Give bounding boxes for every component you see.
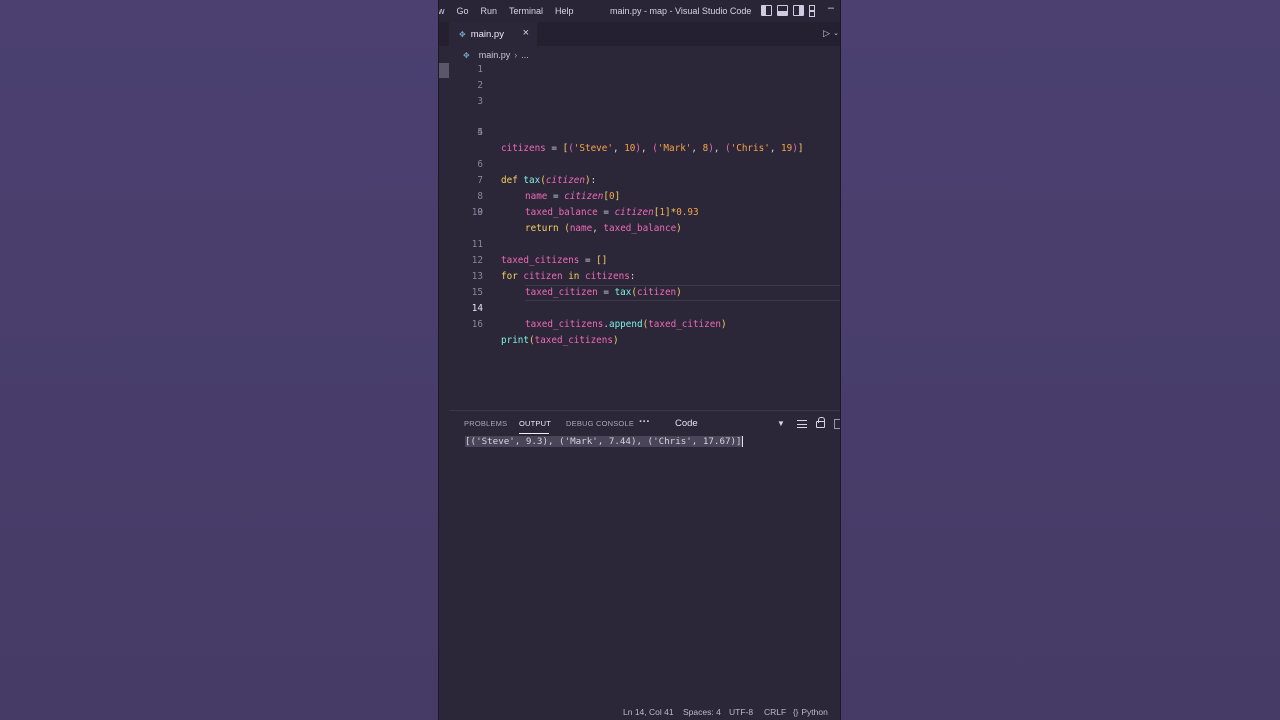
- tab-main-py[interactable]: ✥ main.py ×: [449, 22, 537, 46]
- breadcrumb-file[interactable]: main.py: [479, 50, 511, 60]
- window-title: main.py - map - Visual Studio Code: [610, 6, 752, 16]
- vscode-window: w Go Run Terminal Help main.py - map - V…: [438, 0, 841, 720]
- toggle-panel-icon[interactable]: [777, 5, 788, 16]
- active-tab-underline: [519, 433, 549, 434]
- line-number: 3: [477, 96, 483, 107]
- menu-item-go[interactable]: Go: [457, 6, 469, 16]
- code-line: 7 name = citizen[0]: [439, 157, 840, 202]
- line-number: 2: [477, 80, 483, 91]
- line-number: 16: [471, 319, 483, 330]
- braces-icon: {}: [793, 708, 799, 717]
- output-text[interactable]: [('Steve', 9.3), ('Mark', 7.44), ('Chris…: [465, 435, 743, 449]
- tab-problems[interactable]: PROBLEMS: [464, 419, 507, 428]
- breadcrumb-symbol[interactable]: ...: [521, 50, 529, 60]
- text-cursor: [741, 436, 743, 447]
- python-file-icon: ✥: [459, 29, 466, 39]
- code-line: 3: [439, 94, 840, 110]
- line-number: 10: [471, 207, 483, 218]
- background-right: [841, 0, 1280, 720]
- line-number: 5: [477, 127, 483, 138]
- menu-item-terminal[interactable]: Terminal: [509, 6, 543, 16]
- code-line: 12 for citizen in citizens:: [439, 237, 840, 282]
- indentation[interactable]: Spaces: 4: [683, 707, 721, 717]
- breadcrumb-separator: ›: [514, 50, 518, 60]
- menu-item-help[interactable]: Help: [555, 6, 574, 16]
- code-line: 9 return (name, taxed_balance): [439, 189, 840, 234]
- menu-item-window[interactable]: w: [439, 6, 445, 16]
- title-bar: w Go Run Terminal Help main.py - map - V…: [439, 0, 840, 22]
- minimize-button[interactable]: –: [828, 2, 834, 14]
- bottom-panel: PROBLEMS OUTPUT DEBUG CONSOLE ··· Code ▼…: [449, 410, 840, 702]
- language-mode[interactable]: {} Python: [793, 707, 828, 717]
- language-label: Python: [801, 707, 828, 717]
- code-line: 15: [439, 285, 840, 301]
- status-bar: Ln 14, Col 41 Spaces: 4 UTF-8 CRLF {} Pyt…: [439, 704, 840, 720]
- code-line: 6 def tax(citizen):: [439, 141, 840, 186]
- selected-output: [('Steve', 9.3), ('Mark', 7.44), ('Chris…: [465, 436, 742, 447]
- toggle-secondary-sidebar-icon[interactable]: [793, 5, 804, 16]
- panel-tabs: PROBLEMS OUTPUT DEBUG CONSOLE ··· Code ▼: [449, 416, 840, 434]
- editor-tab-bar: ✥ main.py × ▷ ⌄: [439, 22, 840, 46]
- line-number: 15: [471, 287, 483, 298]
- encoding[interactable]: UTF-8: [729, 707, 753, 717]
- background-left: [0, 0, 438, 720]
- breadcrumb: ✥ main.py › ...: [463, 48, 529, 62]
- line-number: 1: [477, 64, 483, 75]
- code-line: 13 taxed_citizen = tax(citizen): [439, 253, 840, 298]
- run-icon[interactable]: ▷: [823, 28, 830, 39]
- code-line: 11 taxed_citizens = []: [439, 221, 840, 266]
- menu-item-run[interactable]: Run: [481, 6, 498, 16]
- output-channel-select[interactable]: Code: [675, 418, 698, 429]
- code-line: 4 citizens = [('Steve', 10), ('Mark', 8)…: [439, 109, 840, 154]
- tab-label: main.py: [470, 28, 504, 40]
- code-line-active: 14 taxed_citizens.append(taxed_citizen): [439, 269, 840, 330]
- chevron-down-icon[interactable]: ▼: [777, 419, 785, 428]
- close-icon[interactable]: ×: [523, 27, 529, 39]
- code-line: 1: [439, 62, 840, 78]
- line-ending[interactable]: CRLF: [764, 707, 786, 717]
- python-file-icon: ✥: [463, 50, 470, 60]
- clear-output-icon[interactable]: [797, 420, 807, 428]
- toggle-sidebar-icon[interactable]: [761, 5, 772, 16]
- lock-icon[interactable]: [816, 417, 825, 428]
- more-actions-icon[interactable]: ···: [639, 416, 650, 428]
- copy-icon[interactable]: [834, 419, 840, 429]
- tab-output[interactable]: OUTPUT: [519, 419, 551, 428]
- chevron-down-icon[interactable]: ⌄: [833, 29, 839, 37]
- code-line: 2: [439, 78, 840, 94]
- code-editor[interactable]: 1 2 3 4 citizens = [('Steve', 10), ('Mar…: [439, 62, 840, 407]
- layout-controls: [761, 5, 820, 17]
- code-line: 5: [439, 125, 840, 141]
- code-line: 16 print(taxed_citizens): [439, 301, 840, 346]
- code-line: 8 taxed_balance = citizen[1]*0.93: [439, 173, 840, 218]
- customize-layout-icon[interactable]: [809, 5, 820, 17]
- code-text: taxed_citizens.append(taxed_citizen): [525, 319, 727, 330]
- code-line: 10: [439, 205, 840, 221]
- code-text: print(taxed_citizens): [501, 335, 619, 346]
- tab-debug-console[interactable]: DEBUG CONSOLE: [566, 419, 634, 428]
- cursor-position[interactable]: Ln 14, Col 41: [623, 707, 674, 717]
